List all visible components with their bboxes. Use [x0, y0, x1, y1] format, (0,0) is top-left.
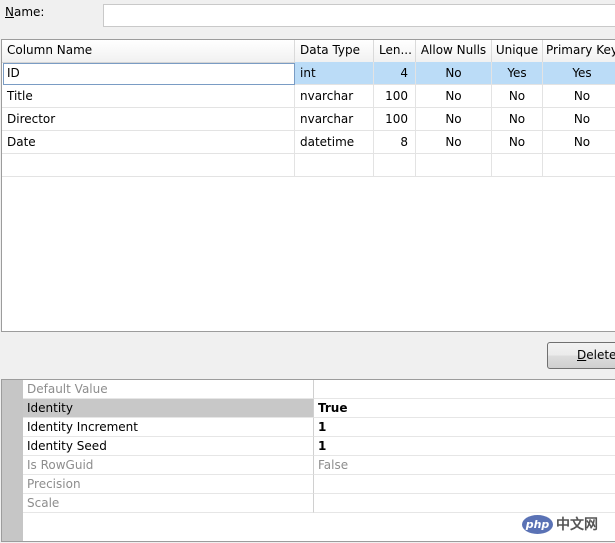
property-value[interactable] — [314, 494, 615, 513]
header-column-name[interactable]: Column Name — [2, 40, 295, 62]
allow-nulls-cell[interactable] — [416, 154, 492, 177]
property-value[interactable]: True — [314, 399, 615, 418]
property-row-scale[interactable]: Scale — [23, 494, 615, 513]
table-name-input[interactable] — [103, 4, 615, 27]
length-cell[interactable]: 100 — [374, 85, 416, 108]
primary-key-cell[interactable] — [543, 154, 615, 177]
name-label: Name: — [5, 5, 44, 19]
header-data-type[interactable]: Data Type — [295, 40, 374, 62]
length-cell[interactable]: 100 — [374, 108, 416, 131]
property-value[interactable] — [314, 475, 615, 494]
delete-button-label: elete — [586, 348, 615, 362]
property-name: Identity — [23, 399, 314, 418]
property-name: Default Value — [23, 380, 314, 399]
unique-cell[interactable]: Yes — [492, 62, 543, 85]
property-row-precision[interactable]: Precision — [23, 475, 615, 494]
property-value[interactable]: 1 — [314, 418, 615, 437]
data-type-cell[interactable] — [295, 154, 374, 177]
data-type-cell[interactable]: datetime — [295, 131, 374, 154]
php-logo-icon: php — [522, 514, 553, 534]
property-name: Is RowGuid — [23, 456, 314, 475]
property-row-identity-seed[interactable]: Identity Seed 1 — [23, 437, 615, 456]
length-cell[interactable]: 8 — [374, 131, 416, 154]
column-name-cell[interactable]: Date — [2, 131, 295, 154]
property-name: Identity Seed — [23, 437, 314, 456]
column-name-cell[interactable]: Title — [2, 85, 295, 108]
columns-grid[interactable]: Column Name Data Type Len... Allow Nulls… — [1, 39, 615, 332]
allow-nulls-cell[interactable]: No — [416, 85, 492, 108]
column-name-cell[interactable]: ID — [3, 63, 295, 85]
table-row[interactable]: ID int 4 No Yes Yes — [2, 62, 615, 85]
data-type-cell[interactable]: nvarchar — [295, 108, 374, 131]
name-label-text: ame: — [13, 5, 45, 19]
property-value[interactable]: False — [314, 456, 615, 475]
property-row-default-value[interactable]: Default Value — [23, 380, 615, 399]
watermark-text: 中文网 — [556, 517, 598, 533]
header-allow-nulls[interactable]: Allow Nulls — [416, 40, 492, 62]
table-designer-window: Name: Column Name Data Type Len... Allow… — [0, 0, 615, 543]
table-row[interactable]: Title nvarchar 100 No No No — [2, 85, 615, 108]
primary-key-cell[interactable]: No — [543, 85, 615, 108]
data-type-cell[interactable]: int — [295, 62, 374, 85]
header-length[interactable]: Len... — [374, 40, 416, 62]
delete-button-mnemonic: D — [577, 348, 587, 362]
primary-key-cell[interactable]: No — [543, 108, 615, 131]
header-unique[interactable]: Unique — [492, 40, 543, 62]
unique-cell[interactable]: No — [492, 85, 543, 108]
data-type-cell[interactable]: nvarchar — [295, 85, 374, 108]
unique-cell[interactable] — [492, 154, 543, 177]
property-name: Scale — [23, 494, 314, 513]
property-row-identity[interactable]: Identity True — [23, 399, 615, 418]
new-row[interactable] — [2, 154, 615, 177]
column-name-cell[interactable]: Director — [2, 108, 295, 131]
allow-nulls-cell[interactable]: No — [416, 131, 492, 154]
header-primary-key[interactable]: Primary Key — [543, 40, 615, 62]
property-grid-gutter — [2, 380, 23, 541]
property-value[interactable] — [314, 380, 615, 399]
allow-nulls-cell[interactable]: No — [416, 62, 492, 85]
column-name-cell[interactable] — [2, 154, 295, 177]
property-row-is-rowguid[interactable]: Is RowGuid False — [23, 456, 615, 475]
site-watermark: php 中文网 — [522, 513, 598, 535]
name-label-mnemonic: N — [5, 5, 14, 19]
property-row-identity-increment[interactable]: Identity Increment 1 — [23, 418, 615, 437]
columns-grid-header: Column Name Data Type Len... Allow Nulls… — [2, 40, 615, 63]
delete-button[interactable]: Delete — [547, 342, 615, 369]
unique-cell[interactable]: No — [492, 131, 543, 154]
length-cell[interactable] — [374, 154, 416, 177]
primary-key-cell[interactable]: Yes — [543, 62, 615, 85]
property-value[interactable]: 1 — [314, 437, 615, 456]
property-name: Identity Increment — [23, 418, 314, 437]
allow-nulls-cell[interactable]: No — [416, 108, 492, 131]
table-row[interactable]: Director nvarchar 100 No No No — [2, 108, 615, 131]
property-name: Precision — [23, 475, 314, 494]
table-row[interactable]: Date datetime 8 No No No — [2, 131, 615, 154]
primary-key-cell[interactable]: No — [543, 131, 615, 154]
unique-cell[interactable]: No — [492, 108, 543, 131]
length-cell[interactable]: 4 — [374, 62, 416, 85]
